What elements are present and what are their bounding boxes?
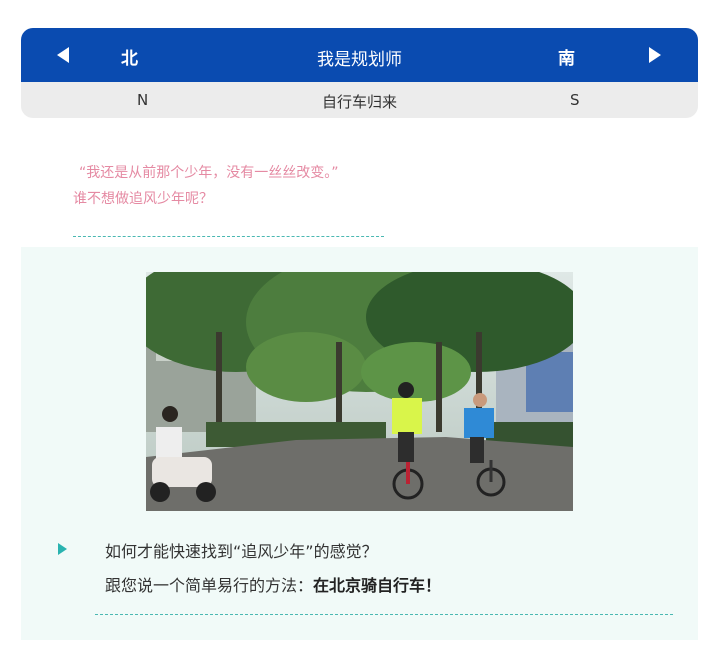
divider [73, 236, 384, 237]
south-letter: S [570, 91, 580, 109]
section-line-1: 如何才能快速找到“追风少年”的感觉？ [105, 542, 378, 561]
subtitle-bar: N 自行车归来 S [21, 82, 698, 118]
section-line-2-prefix: 跟您说一个简单易行的方法： [105, 576, 314, 595]
section-line-2: 跟您说一个简单易行的方法：在北京骑自行车！ [105, 572, 441, 596]
title-card: 北 我是规划师 南 N 自行车归来 S [21, 28, 698, 118]
subtitle: 自行车归来 [321, 93, 397, 111]
title-bar: 北 我是规划师 南 [21, 28, 698, 82]
divider [95, 614, 673, 615]
triangle-right-icon[interactable] [649, 47, 661, 63]
quote-line-1: “我还是从前那个少年，没有一丝丝改变。” [79, 165, 339, 181]
cycling-photo [146, 272, 573, 511]
quote-line-2: 谁不想做追风少年呢？ [73, 191, 213, 207]
section-line-2-bold: 在北京骑自行车！ [313, 576, 442, 595]
page-title: 我是规划师 [317, 50, 402, 70]
quote-block: “我还是从前那个少年，没有一丝丝改变。” 谁不想做追风少年呢？ [73, 160, 339, 212]
triangle-bullet-icon [58, 543, 67, 555]
south-label: 南 [558, 49, 575, 69]
